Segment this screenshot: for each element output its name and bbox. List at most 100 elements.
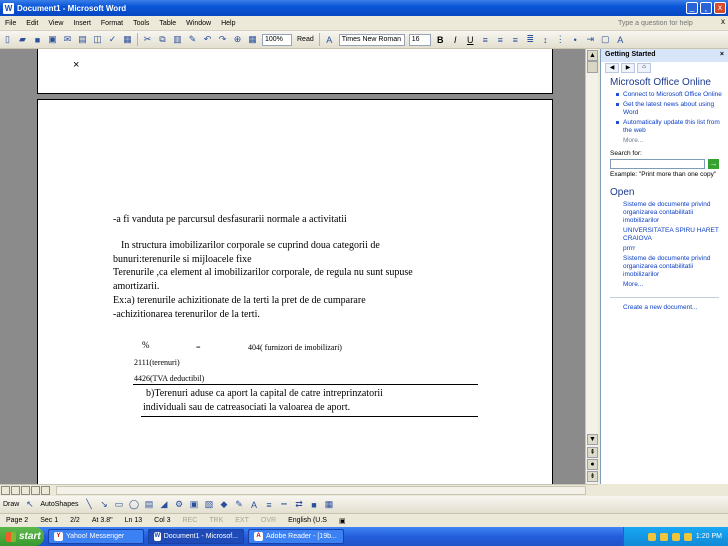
status-ovr[interactable]: OVR [255, 517, 282, 524]
back-icon[interactable]: ◀ [605, 63, 619, 73]
menu-format[interactable]: Format [96, 20, 128, 27]
align-left-icon[interactable]: ≡ [479, 33, 492, 46]
status-ext[interactable]: EXT [229, 517, 255, 524]
format-painter-icon[interactable]: ✎ [186, 33, 199, 46]
taskbar-item-yahoo-messenger[interactable]: Y Yahoo! Messenger [48, 529, 144, 544]
normal-view-icon[interactable] [1, 486, 10, 495]
browse-object-icon[interactable]: ● [587, 459, 598, 470]
next-page-icon[interactable]: ⇟ [587, 471, 598, 482]
link-connect-office-online[interactable]: Connect to Microsoft Office Online [601, 91, 728, 101]
styles-icon[interactable]: A [323, 33, 336, 46]
line-spacing-icon[interactable]: ↕ [539, 33, 552, 46]
taskbar-item-word[interactable]: W Document1 - Microsof... [148, 529, 244, 544]
diagram-icon[interactable]: ⚙ [173, 498, 186, 511]
forward-icon[interactable]: ▶ [621, 63, 635, 73]
doc-close-icon[interactable]: x [721, 17, 725, 26]
search-input[interactable] [610, 159, 706, 169]
undo-icon[interactable]: ↶ [201, 33, 214, 46]
spelling-icon[interactable]: ✓ [106, 33, 119, 46]
taskbar-item-adobe-reader[interactable]: A Adobe Reader - [19b... [248, 529, 344, 544]
spelling-status-icon[interactable]: ▣ [333, 517, 352, 525]
numbering-icon[interactable]: ⋮ [554, 33, 567, 46]
document-area[interactable]: × -a fi vanduta pe parcursul desfasurari… [0, 49, 585, 484]
hyperlink-icon[interactable]: ⊕ [231, 33, 244, 46]
scroll-up-icon[interactable]: ▲ [587, 50, 598, 61]
search-go-icon[interactable]: → [708, 159, 719, 169]
menu-table[interactable]: Table [154, 20, 181, 27]
underline-icon[interactable]: U [464, 33, 477, 46]
indent-icon[interactable]: ⇥ [584, 33, 597, 46]
cut-icon[interactable]: ✂ [141, 33, 154, 46]
bold-icon[interactable]: B [434, 33, 447, 46]
select-objects-icon[interactable]: ↖ [23, 498, 36, 511]
status-rec[interactable]: REC [176, 517, 203, 524]
close-icon[interactable]: × [720, 51, 724, 58]
recent-file[interactable]: UNIVERSITATEA SPIRU HARET CRAIOVA [601, 227, 728, 245]
maximize-button[interactable]: ¸ [700, 2, 712, 14]
border-icon[interactable]: ▢ [599, 33, 612, 46]
read-button[interactable]: Read [294, 36, 317, 43]
fill-color-icon[interactable]: ◆ [218, 498, 231, 511]
textbox-icon[interactable]: ▤ [143, 498, 156, 511]
italic-icon[interactable]: I [449, 33, 462, 46]
3d-icon[interactable]: ▦ [323, 498, 336, 511]
recent-file[interactable]: Sisteme de documente privind organizarea… [601, 201, 728, 227]
task-pane-header[interactable]: Getting Started × [601, 49, 728, 62]
save-icon[interactable]: ■ [31, 33, 44, 46]
rectangle-icon[interactable]: ▭ [113, 498, 126, 511]
font-color-icon[interactable]: A [248, 498, 261, 511]
open-more-link[interactable]: More... [601, 281, 728, 291]
email-icon[interactable]: ✉ [61, 33, 74, 46]
home-icon[interactable]: ⌂ [637, 63, 651, 73]
tables-icon[interactable]: ▦ [246, 33, 259, 46]
horizontal-scrollbar[interactable] [56, 486, 586, 495]
more-link[interactable]: More... [601, 137, 728, 148]
print-icon[interactable]: ▤ [76, 33, 89, 46]
outline-view-icon[interactable] [31, 486, 40, 495]
line-style-icon[interactable]: ≡ [263, 498, 276, 511]
help-search-input[interactable] [618, 18, 714, 29]
recent-file[interactable]: prrrr [601, 245, 728, 255]
start-button[interactable]: start [0, 527, 44, 546]
align-center-icon[interactable]: ≡ [494, 33, 507, 46]
picture-icon[interactable]: ▧ [203, 498, 216, 511]
clipart-icon[interactable]: ▣ [188, 498, 201, 511]
tray-icon[interactable] [671, 532, 680, 541]
create-new-document-link[interactable]: Create a new document... [601, 304, 728, 314]
wordart-icon[interactable]: ◢ [158, 498, 171, 511]
vertical-scrollbar[interactable]: ▲ ▼ ⇞ ● ⇟ [585, 49, 598, 484]
bullets-icon[interactable]: • [569, 33, 582, 46]
prev-page-icon[interactable]: ⇞ [587, 447, 598, 458]
font-select[interactable]: Times New Roman [338, 33, 405, 46]
redo-icon[interactable]: ↷ [216, 33, 229, 46]
status-trk[interactable]: TRK [203, 517, 229, 524]
autoshapes-menu[interactable]: AutoShapes [37, 501, 81, 508]
oval-icon[interactable]: ◯ [128, 498, 141, 511]
research-icon[interactable]: ▦ [121, 33, 134, 46]
tray-icon[interactable] [647, 532, 656, 541]
tray-icon[interactable] [659, 532, 668, 541]
print-view-icon[interactable] [21, 486, 30, 495]
menu-help[interactable]: Help [216, 20, 240, 27]
align-right-icon[interactable]: ≡ [509, 33, 522, 46]
dash-style-icon[interactable]: ┅ [278, 498, 291, 511]
link-latest-news[interactable]: Get the latest news about using Word [601, 101, 728, 119]
paste-icon[interactable]: ▥ [171, 33, 184, 46]
reading-view-icon[interactable] [41, 486, 50, 495]
close-button[interactable]: x [714, 2, 726, 14]
line-color-icon[interactable]: ✎ [233, 498, 246, 511]
page-2[interactable]: -a fi vanduta pe parcursul desfasurarii … [37, 99, 553, 484]
justify-icon[interactable]: ≣ [524, 33, 537, 46]
menu-view[interactable]: View [43, 20, 68, 27]
minimize-button[interactable]: _ [686, 2, 698, 14]
link-auto-update[interactable]: Automatically update this list from the … [601, 119, 728, 137]
shadow-icon[interactable]: ■ [308, 498, 321, 511]
menu-file[interactable]: File [0, 20, 21, 27]
line-icon[interactable]: ╲ [83, 498, 96, 511]
menu-edit[interactable]: Edit [21, 20, 43, 27]
zoom-select[interactable]: 100% [262, 33, 292, 46]
web-view-icon[interactable] [11, 486, 20, 495]
menu-insert[interactable]: Insert [68, 20, 96, 27]
copy-icon[interactable]: ⧉ [156, 33, 169, 46]
draw-menu[interactable]: Draw [0, 501, 22, 508]
